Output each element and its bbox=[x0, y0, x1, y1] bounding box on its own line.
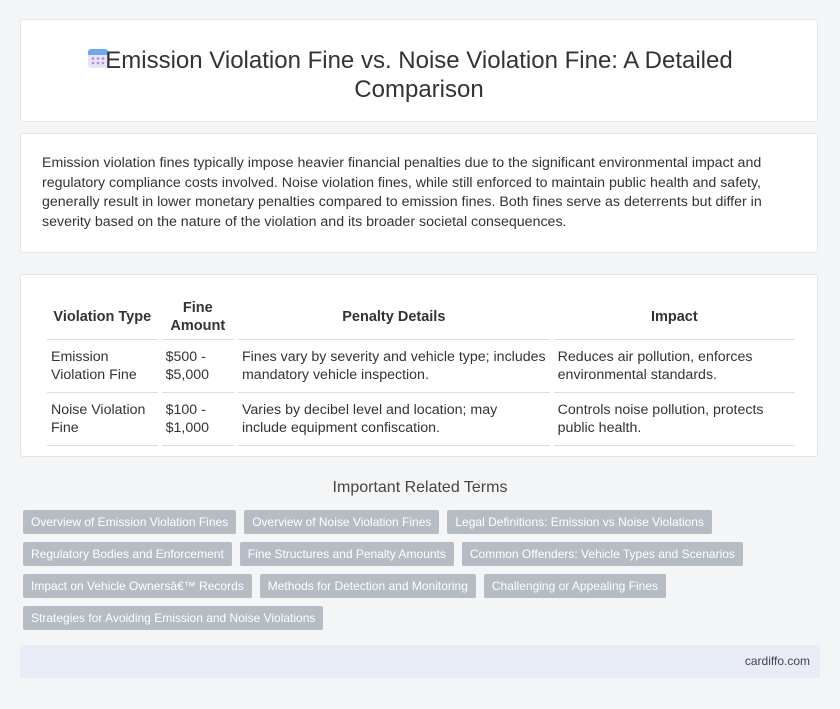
related-term-tag[interactable]: Impact on Vehicle Ownersâ€™ Records bbox=[23, 574, 252, 598]
related-terms-heading: Important Related Terms bbox=[332, 479, 508, 496]
comparison-table-card: Violation Type Fine Amount Penalty Detai… bbox=[20, 274, 818, 457]
col-header-impact: Impact bbox=[553, 295, 795, 340]
cell-violation-type: Emission Violation Fine bbox=[47, 340, 158, 393]
col-header-fine-amount: Fine Amount bbox=[161, 295, 234, 340]
table-row: Noise Violation Fine $100 - $1,000 Varie… bbox=[47, 393, 795, 446]
cell-penalty-details: Varies by decibel level and location; ma… bbox=[237, 393, 550, 446]
related-term-tag[interactable]: Common Offenders: Vehicle Types and Scen… bbox=[461, 542, 743, 566]
comparison-table: Violation Type Fine Amount Penalty Detai… bbox=[43, 295, 799, 446]
related-term-tag[interactable]: Fine Structures and Penalty Amounts bbox=[239, 542, 454, 566]
cell-fine-amount: $100 - $1,000 bbox=[161, 393, 234, 446]
table-row: Emission Violation Fine $500 - $5,000 Fi… bbox=[47, 340, 795, 393]
cell-penalty-details: Fines vary by severity and vehicle type;… bbox=[237, 340, 550, 393]
related-term-tag[interactable]: Legal Definitions: Emission vs Noise Vio… bbox=[447, 510, 712, 534]
related-term-tag[interactable]: Overview of Emission Violation Fines bbox=[23, 510, 237, 534]
related-term-tag[interactable]: Strategies for Avoiding Emission and Noi… bbox=[23, 606, 324, 630]
footer: cardiffo.com bbox=[20, 645, 820, 678]
page-title: Emission Violation Fine vs. Noise Violat… bbox=[105, 47, 733, 103]
footer-site-link[interactable]: cardiffo.com bbox=[745, 654, 810, 668]
col-header-penalty-details: Penalty Details bbox=[237, 295, 550, 340]
cell-fine-amount: $500 - $5,000 bbox=[161, 340, 234, 393]
cell-impact: Controls noise pollution, protects publi… bbox=[553, 393, 795, 446]
header-card: Emission Violation Fine vs. Noise Violat… bbox=[20, 19, 818, 122]
related-term-tag[interactable]: Methods for Detection and Monitoring bbox=[259, 574, 476, 598]
related-term-tag[interactable]: Challenging or Appealing Fines bbox=[483, 574, 666, 598]
related-terms-list: Overview of Emission Violation Fines Ove… bbox=[23, 510, 823, 630]
intro-paragraph: Emission violation fines typically impos… bbox=[42, 155, 762, 230]
related-term-tag[interactable]: Overview of Noise Violation Fines bbox=[244, 510, 440, 534]
table-header-row: Violation Type Fine Amount Penalty Detai… bbox=[47, 295, 795, 340]
cell-impact: Reduces air pollution, enforces environm… bbox=[553, 340, 795, 393]
cell-violation-type: Noise Violation Fine bbox=[47, 393, 158, 446]
related-term-tag[interactable]: Regulatory Bodies and Enforcement bbox=[23, 542, 232, 566]
intro-card: Emission violation fines typically impos… bbox=[20, 133, 818, 253]
col-header-violation-type: Violation Type bbox=[47, 295, 158, 340]
